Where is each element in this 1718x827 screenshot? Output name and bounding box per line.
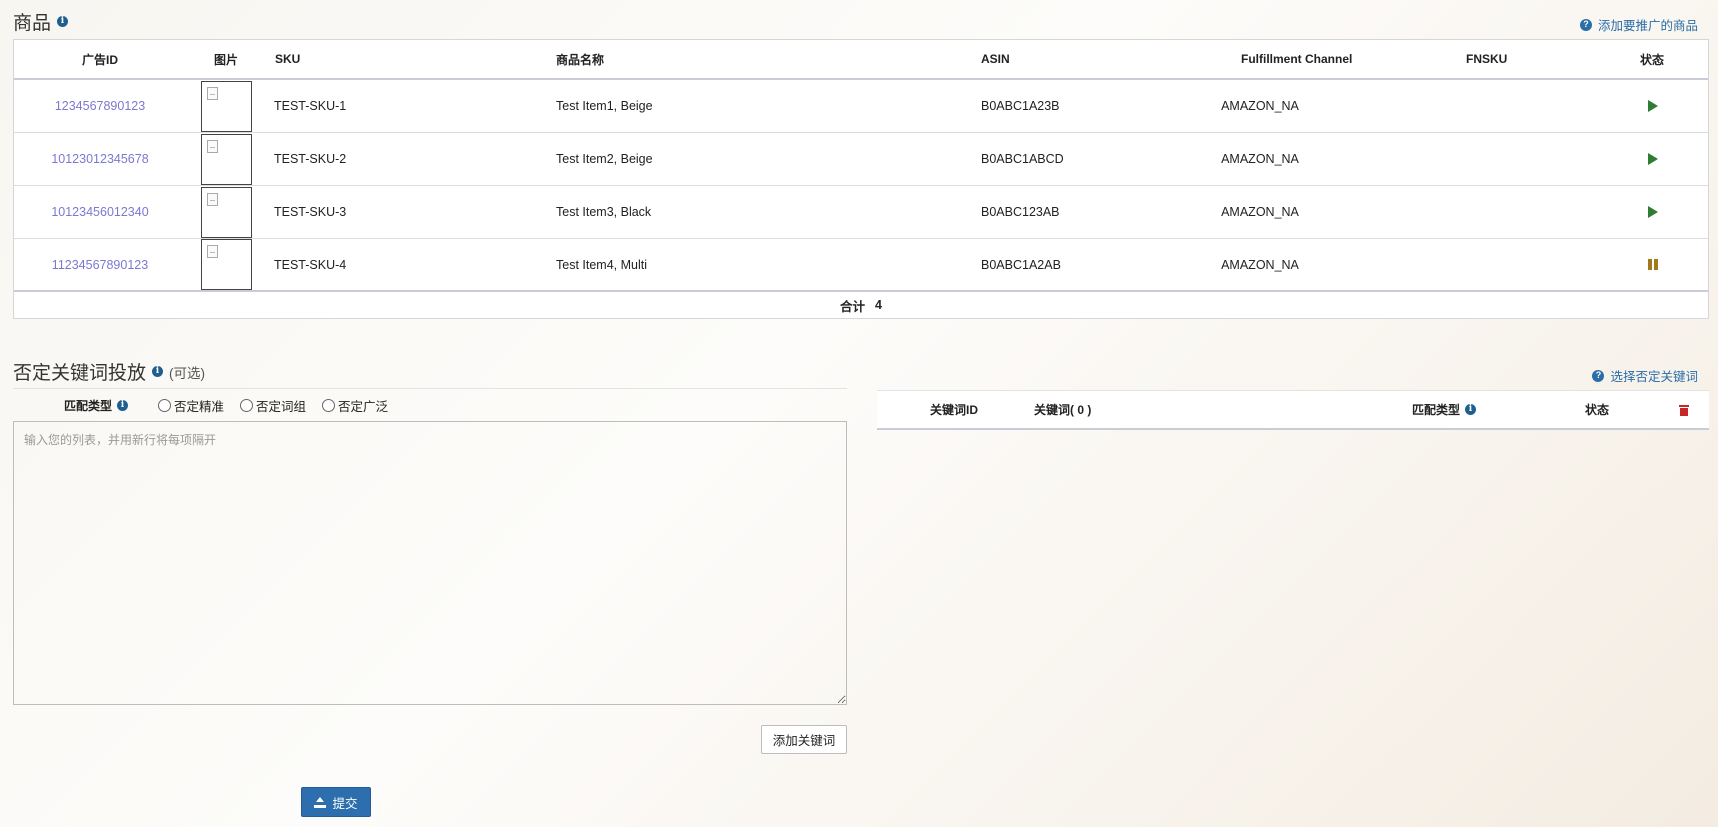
keywords-table-header: 关键词ID 关键词( 0 ) 匹配类型 i 状态 <box>877 390 1709 430</box>
product-image <box>201 239 252 290</box>
table-row: 1234567890123 TEST-SKU-1 Test Item1, Bei… <box>14 80 1708 133</box>
add-products-link-label: 添加要推广的商品 <box>1597 19 1698 33</box>
products-table-header: 广告ID 图片 SKU 商品名称 ASIN Fulfillment Channe… <box>14 40 1708 80</box>
products-title: 商品 <box>13 13 52 34</box>
total-value: 4 <box>875 298 882 312</box>
name-cell: Test Item3, Black <box>556 205 652 219</box>
pause-icon[interactable] <box>1648 259 1658 270</box>
optional-label: (可选) <box>169 365 206 381</box>
select-negative-keywords-label: 选择否定关键词 <box>1610 370 1698 384</box>
name-cell: Test Item4, Multi <box>556 257 647 272</box>
ad-id-link[interactable]: 11234567890123 <box>52 258 148 272</box>
col-name: 商品名称 <box>556 52 605 67</box>
product-image <box>201 80 252 132</box>
asin-cell: B0ABC1A23B <box>981 99 1060 113</box>
upload-icon <box>314 796 327 808</box>
radio-circle[interactable] <box>322 398 336 412</box>
col-fnsku: FNSKU <box>1466 52 1508 66</box>
broken-image-icon <box>207 86 218 100</box>
info-icon[interactable]: i <box>57 16 69 27</box>
submit-button[interactable]: 提交 <box>301 787 371 817</box>
match-type-bar: 匹配类型 i 否定精准 否定词组 否定广泛 <box>13 388 847 421</box>
info-icon[interactable]: i <box>117 399 129 411</box>
negative-keywords-header: 否定关键词投放 i (可选) <box>13 358 205 385</box>
info-icon[interactable]: i <box>152 366 164 377</box>
col-sku: SKU <box>275 52 301 66</box>
table-row: 11234567890123 TEST-SKU-4 Test Item4, Mu… <box>14 239 1708 292</box>
sku-cell: TEST-SKU-1 <box>274 99 347 113</box>
col-keyword-id: 关键词ID <box>930 403 979 417</box>
fulfillment-cell: AMAZON_NA <box>1221 152 1299 166</box>
radio-negative-exact-label: 否定精准 <box>174 399 225 414</box>
select-negative-keywords-link[interactable]: ? 选择否定关键词 <box>1592 366 1698 385</box>
info-icon[interactable]: i <box>1465 404 1477 415</box>
ad-id-link[interactable]: 1234567890123 <box>55 99 145 113</box>
question-circle-icon: ? <box>1592 369 1605 382</box>
total-row: 合计 4 <box>14 292 1708 318</box>
ad-id-link[interactable]: 10123012345678 <box>51 152 148 166</box>
col-keyword: 关键词( 0 ) <box>1034 403 1092 417</box>
trash-icon[interactable] <box>1679 404 1689 416</box>
product-image <box>201 133 252 185</box>
sku-cell: TEST-SKU-3 <box>274 205 347 219</box>
products-table: 广告ID 图片 SKU 商品名称 ASIN Fulfillment Channe… <box>13 39 1709 319</box>
col-fulfillment: Fulfillment Channel <box>1241 52 1353 66</box>
play-icon[interactable] <box>1648 153 1658 165</box>
table-row: 10123456012340 TEST-SKU-3 Test Item3, Bl… <box>14 186 1708 239</box>
add-products-link[interactable]: ? 添加要推广的商品 <box>1579 15 1698 34</box>
broken-image-icon <box>207 139 218 153</box>
fulfillment-cell: AMAZON_NA <box>1221 257 1299 272</box>
product-image <box>201 186 252 238</box>
broken-image-icon <box>207 245 218 258</box>
radio-negative-phrase-label: 否定词组 <box>256 399 307 414</box>
products-section-header: 商品 i <box>13 8 69 35</box>
fulfillment-cell: AMAZON_NA <box>1221 99 1299 113</box>
asin-cell: B0ABC1ABCD <box>981 152 1064 166</box>
total-label: 合计 <box>840 299 866 314</box>
col-match-type: 匹配类型 <box>1412 403 1461 417</box>
play-icon[interactable] <box>1648 206 1658 218</box>
keyword-list-textarea[interactable] <box>13 421 847 705</box>
table-row: 10123012345678 TEST-SKU-2 Test Item2, Be… <box>14 133 1708 186</box>
asin-cell: B0ABC123AB <box>981 205 1060 219</box>
col-status: 状态 <box>1640 52 1665 67</box>
radio-negative-broad-label: 否定广泛 <box>338 399 389 414</box>
play-icon[interactable] <box>1648 100 1658 112</box>
col-ad-id: 广告ID <box>82 52 119 67</box>
match-type-label: 匹配类型 <box>64 398 113 413</box>
sku-cell: TEST-SKU-2 <box>274 152 347 166</box>
broken-image-icon <box>207 192 218 206</box>
radio-circle[interactable] <box>158 398 172 412</box>
submit-button-label: 提交 <box>332 796 358 811</box>
sku-cell: TEST-SKU-4 <box>274 257 347 272</box>
negative-keywords-title: 否定关键词投放 <box>13 363 147 384</box>
col-image: 图片 <box>214 52 239 67</box>
add-keyword-button[interactable]: 添加关键词 <box>761 725 847 754</box>
radio-negative-phrase[interactable]: 否定词组 <box>240 396 306 415</box>
radio-negative-exact[interactable]: 否定精准 <box>158 396 224 415</box>
question-circle-icon: ? <box>1579 18 1592 31</box>
name-cell: Test Item2, Beige <box>556 152 653 166</box>
name-cell: Test Item1, Beige <box>556 99 653 113</box>
radio-negative-broad[interactable]: 否定广泛 <box>322 396 388 415</box>
radio-circle[interactable] <box>240 398 254 412</box>
col-status: 状态 <box>1585 403 1610 417</box>
asin-cell: B0ABC1A2AB <box>981 257 1061 272</box>
ad-id-link[interactable]: 10123456012340 <box>51 205 148 219</box>
fulfillment-cell: AMAZON_NA <box>1221 205 1299 219</box>
col-asin: ASIN <box>981 52 1010 66</box>
